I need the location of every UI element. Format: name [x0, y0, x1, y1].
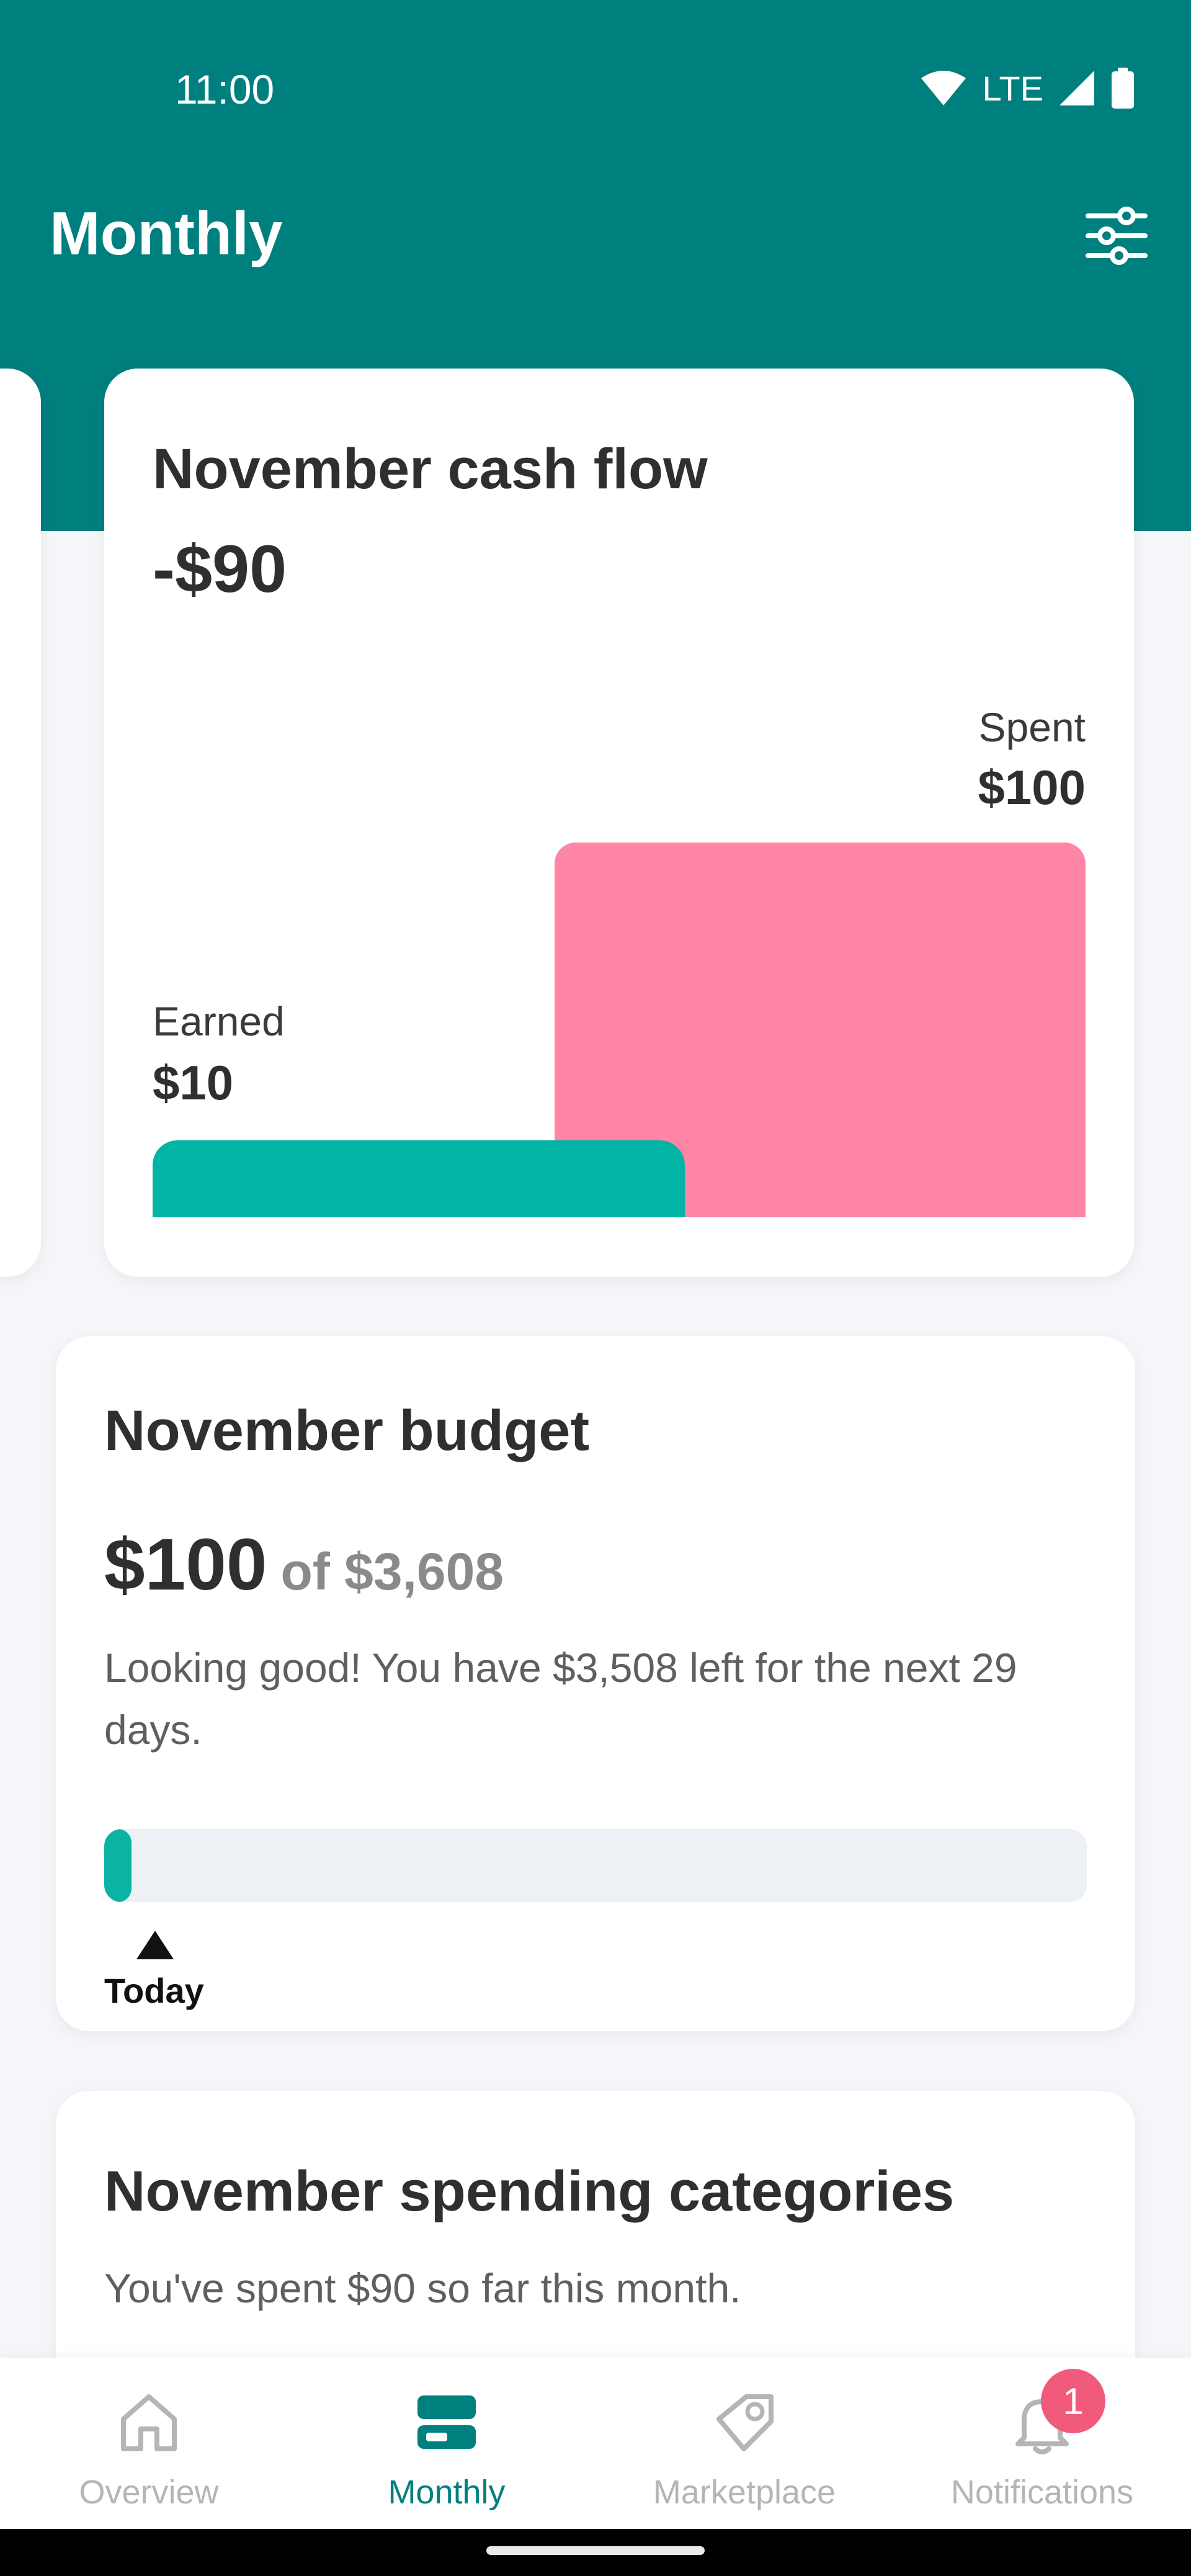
budget-message: Looking good! You have $3,508 left for t… [104, 1645, 1017, 1753]
today-marker-icon [136, 1931, 174, 1959]
cash-flow-title: November cash flow [153, 437, 708, 501]
spending-subtitle: You've spent $90 so far this month. [104, 2265, 741, 2311]
status-time: 11:00 [175, 66, 275, 112]
today-label: Today [104, 1971, 204, 2010]
nav-marketplace[interactable]: Marketplace [596, 2358, 893, 2529]
budget-spent-amount: $100 [104, 1524, 267, 1606]
nav-notifications[interactable]: Notifications [893, 2358, 1191, 2529]
earned-label: Earned [153, 998, 285, 1044]
spent-label: Spent [978, 704, 1086, 750]
nav-label-monthly: Monthly [388, 2474, 506, 2511]
page-title: Monthly [50, 199, 283, 267]
nav-label-notifications: Notifications [950, 2474, 1134, 2511]
spent-value: $100 [978, 760, 1086, 815]
earned-bar [153, 1140, 685, 1217]
earned-value: $10 [153, 1055, 234, 1110]
home-icon [112, 2385, 186, 2459]
nav-label-marketplace: Marketplace [653, 2474, 836, 2511]
budget-total: of $3,608 [280, 1542, 504, 1601]
filter-sliders-icon [1086, 207, 1148, 265]
budget-amount-row: $100 of $3,608 [104, 1523, 504, 1607]
battery-icon [1112, 68, 1134, 109]
cash-flow-card[interactable]: November cash flow -$90 Spent $100 Earne… [104, 369, 1134, 1277]
cash-flow-net: -$90 [153, 531, 287, 606]
wifi-icon [921, 71, 966, 105]
spending-title: November spending categories [104, 2160, 955, 2223]
signal-icon [1059, 71, 1094, 105]
filter-button[interactable] [1079, 199, 1154, 273]
nav-overview[interactable]: Overview [0, 2358, 298, 2529]
previous-card-peek[interactable] [0, 369, 41, 1277]
marketplace-tag-icon [707, 2385, 782, 2459]
home-gesture-handle[interactable] [486, 2546, 705, 2555]
bottom-navigation: Overview Monthly Marketplace Notificatio… [0, 2358, 1191, 2529]
budget-progress-fill [104, 1829, 132, 1902]
nav-label-overview: Overview [79, 2474, 219, 2511]
status-icons: LTE [920, 63, 1135, 113]
monthly-icon [409, 2385, 484, 2459]
notification-badge: 1 [1041, 2369, 1105, 2433]
nav-monthly[interactable]: Monthly [298, 2358, 596, 2529]
budget-card[interactable]: November budget $100 of $3,608 Looking g… [56, 1336, 1135, 2031]
budget-title: November budget [104, 1399, 590, 1462]
network-type: LTE [982, 68, 1043, 108]
budget-progress-track [104, 1829, 1087, 1902]
